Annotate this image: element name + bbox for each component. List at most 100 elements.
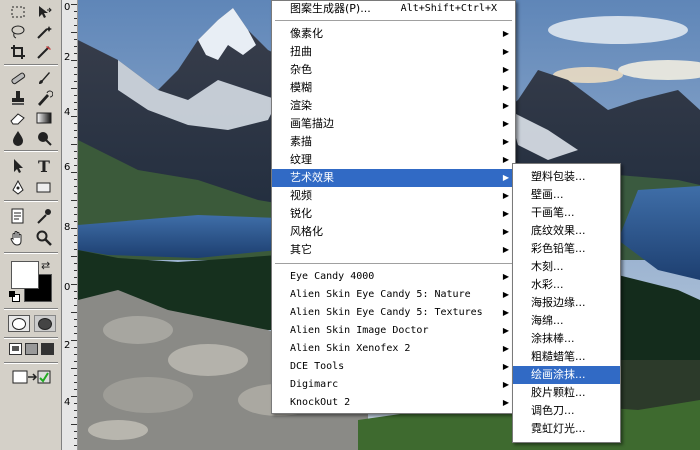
- type-icon[interactable]: T: [32, 156, 56, 176]
- ruler-tick: [74, 298, 77, 299]
- artistic-filter-item[interactable]: 塑料包装...: [513, 168, 620, 186]
- menu-item-label: 胶片颗粒...: [531, 386, 586, 399]
- submenu-arrow-icon: ▶: [502, 65, 509, 74]
- menu-item-label: 木刻...: [531, 260, 564, 273]
- foreground-color-swatch[interactable]: [11, 261, 39, 289]
- ruler-tick: [74, 375, 77, 376]
- ruler-tick: [74, 263, 77, 264]
- artistic-filter-item[interactable]: 底纹效果...: [513, 222, 620, 240]
- blur-icon[interactable]: [6, 128, 30, 148]
- artistic-filter-item[interactable]: 霓虹灯光...: [513, 420, 620, 438]
- zoom-icon[interactable]: [32, 228, 56, 248]
- ruler-tick: [74, 109, 77, 110]
- menu-item-label: 风格化: [290, 225, 323, 238]
- artistic-filter-item[interactable]: 粗糙蜡笔...: [513, 348, 620, 366]
- notes-icon[interactable]: [6, 206, 30, 226]
- ruler-number: 2: [64, 52, 71, 63]
- ruler-tick: [74, 102, 77, 103]
- pattern-maker-menu-item[interactable]: 图案生成器(P)... Alt+Shift+Ctrl+X: [272, 0, 515, 18]
- plugin-menu-item[interactable]: DCE Tools ▶: [272, 358, 515, 376]
- filter-menu-item[interactable]: 锐化 ▶: [272, 205, 515, 223]
- standard-mode-button[interactable]: [8, 315, 30, 332]
- filter-menu-item[interactable]: 视频 ▶: [272, 187, 515, 205]
- swap-colors-icon[interactable]: ⇄: [41, 259, 50, 272]
- filter-menu-item[interactable]: 画笔描边 ▶: [272, 115, 515, 133]
- artistic-filter-item[interactable]: 海报边缘...: [513, 294, 620, 312]
- plugin-menu-item[interactable]: Eye Candy 4000 ▶: [272, 268, 515, 286]
- artistic-filter-item[interactable]: 绘画涂抹...: [513, 366, 620, 384]
- menu-item-label: 像素化: [290, 27, 323, 40]
- artistic-filter-item[interactable]: 调色刀...: [513, 402, 620, 420]
- plugin-menu-item[interactable]: Alien Skin Image Doctor ▶: [272, 322, 515, 340]
- artistic-filter-item[interactable]: 彩色铅笔...: [513, 240, 620, 258]
- crop-icon[interactable]: [6, 42, 30, 62]
- submenu-arrow-icon: ▶: [502, 137, 509, 146]
- plugin-menu-item[interactable]: Alien Skin Xenofex 2 ▶: [272, 340, 515, 358]
- artistic-filter-item[interactable]: 壁画...: [513, 186, 620, 204]
- jump-to-imageready-icon[interactable]: [12, 368, 52, 386]
- ruler-tick: [74, 158, 77, 159]
- ruler-number: 6: [64, 162, 71, 173]
- artistic-filter-item[interactable]: 木刻...: [513, 258, 620, 276]
- marquee-icon[interactable]: [6, 2, 30, 22]
- artistic-filter-item[interactable]: 干画笔...: [513, 204, 620, 222]
- filter-menu-item[interactable]: 模糊 ▶: [272, 79, 515, 97]
- ruler-tick: [74, 417, 77, 418]
- menu-item-label: 模糊: [290, 81, 312, 94]
- screen-mode-menu-icon[interactable]: [25, 343, 38, 355]
- filter-menu-item[interactable]: 风格化 ▶: [272, 223, 515, 241]
- plugin-menu-item[interactable]: Digimarc ▶: [272, 376, 515, 394]
- filter-menu-item[interactable]: 扭曲 ▶: [272, 43, 515, 61]
- submenu-arrow-icon: ▶: [502, 47, 509, 56]
- plugin-menu-item[interactable]: Alien Skin Eye Candy 5: Textures ▶: [272, 304, 515, 322]
- ruler-tick: [74, 410, 77, 411]
- filter-menu-item[interactable]: 纹理 ▶: [272, 151, 515, 169]
- ruler-tick: [74, 179, 77, 180]
- artistic-filter-item[interactable]: 水彩...: [513, 276, 620, 294]
- quick-mask-button[interactable]: [34, 315, 56, 332]
- ruler-tick: [71, 200, 77, 201]
- ruler-number: 0: [64, 2, 71, 13]
- eraser-icon[interactable]: [6, 108, 30, 128]
- artistic-filter-item[interactable]: 涂抹棒...: [513, 330, 620, 348]
- ruler-number: 4: [64, 397, 71, 408]
- brush-icon[interactable]: [32, 68, 56, 88]
- screen-mode-full-icon[interactable]: [41, 343, 54, 355]
- rectangle-icon[interactable]: [32, 178, 56, 198]
- magic-wand-icon[interactable]: [32, 22, 56, 42]
- menu-item-label: 渲染: [290, 99, 312, 112]
- ruler-tick: [74, 354, 77, 355]
- path-selection-icon[interactable]: [6, 156, 30, 176]
- filter-menu-item[interactable]: 艺术效果 ▶: [272, 169, 515, 187]
- menu-item-label: Digimarc: [290, 379, 339, 390]
- gradient-icon[interactable]: [32, 108, 56, 128]
- plugin-menu-item[interactable]: Alien Skin Eye Candy 5: Nature ▶: [272, 286, 515, 304]
- filter-menu-item[interactable]: 素描 ▶: [272, 133, 515, 151]
- move-icon[interactable]: [32, 2, 56, 22]
- ruler-tick: [74, 319, 77, 320]
- plugin-menu-item[interactable]: KnockOut 2 ▶: [272, 394, 515, 412]
- dodge-icon[interactable]: [32, 128, 56, 148]
- filter-menu-item[interactable]: 渲染 ▶: [272, 97, 515, 115]
- submenu-arrow-icon: ▶: [502, 344, 509, 353]
- eyedropper-icon[interactable]: [32, 206, 56, 226]
- ruler-tick: [71, 144, 77, 145]
- artistic-filter-item[interactable]: 海绵...: [513, 312, 620, 330]
- ruler-tick: [74, 277, 77, 278]
- clone-stamp-icon[interactable]: [6, 88, 30, 108]
- lasso-icon[interactable]: [6, 22, 30, 42]
- artistic-filter-item[interactable]: 胶片颗粒...: [513, 384, 620, 402]
- slice-icon[interactable]: [32, 42, 56, 62]
- filter-menu-item[interactable]: 像素化 ▶: [272, 25, 515, 43]
- menu-item-label: Eye Candy 4000: [290, 271, 375, 282]
- default-colors-icon[interactable]: [9, 291, 20, 302]
- submenu-arrow-icon: ▶: [502, 155, 509, 164]
- pen-icon[interactable]: [6, 178, 30, 198]
- filter-menu-item[interactable]: 杂色 ▶: [272, 61, 515, 79]
- menu-item-label: 干画笔...: [531, 206, 575, 219]
- history-brush-icon[interactable]: [32, 88, 56, 108]
- filter-menu-item[interactable]: 其它 ▶: [272, 241, 515, 259]
- healing-brush-icon[interactable]: [6, 68, 30, 88]
- screen-mode-standard-icon[interactable]: [9, 343, 22, 355]
- hand-icon[interactable]: [6, 228, 30, 248]
